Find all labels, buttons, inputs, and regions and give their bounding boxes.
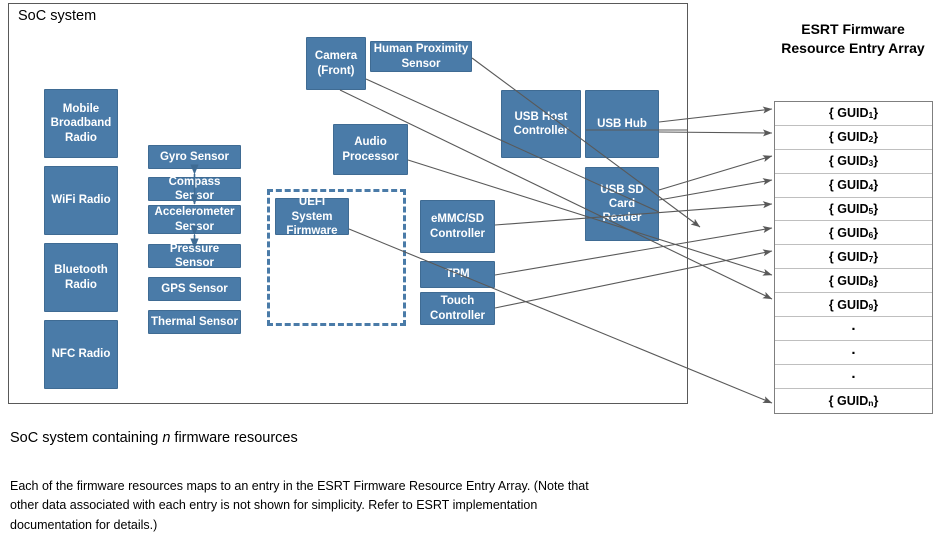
caption-heading-before: SoC system containing xyxy=(10,430,163,446)
esrt-array-title-line2: Resource Entry Array xyxy=(781,39,925,56)
node-thermal-sensor[interactable]: Thermal Sensor xyxy=(148,310,241,334)
guid-table-row: { GUID 6 } xyxy=(775,221,932,246)
node-emmc-sd-controller[interactable]: eMMC/SD Controller xyxy=(420,200,495,253)
guid-table-row: { GUID 5 } xyxy=(775,198,932,222)
node-wifi-radio[interactable]: WiFi Radio xyxy=(44,166,118,235)
guid-table-row: { GUID 2 } xyxy=(775,126,932,150)
node-tpm[interactable]: TPM xyxy=(420,261,495,288)
node-pressure-sensor[interactable]: Pressure Sensor xyxy=(148,243,241,269)
node-human-proximity-sensor[interactable]: Human Proximity Sensor xyxy=(370,41,472,72)
node-audio-processor[interactable]: Audio Processor xyxy=(333,124,408,175)
node-usb-sd-card-reader[interactable]: USB SD Card Reader xyxy=(585,167,659,241)
guid-table-row: . xyxy=(775,341,932,365)
diagram-canvas: SoC system Mobile Broadband Radio WiFi R… xyxy=(0,0,945,543)
caption-heading: SoC system containing n firmware resourc… xyxy=(10,430,298,446)
caption-heading-after: firmware resources xyxy=(170,430,298,446)
guid-table-row: { GUID 1 } xyxy=(775,102,932,126)
caption-body: Each of the firmware resources maps to a… xyxy=(10,479,589,532)
node-gps-sensor[interactable]: GPS Sensor xyxy=(148,277,241,301)
node-accelerometer-sensor[interactable]: Accelerometer Sensor xyxy=(148,205,241,234)
node-usb-host-controller[interactable]: USB Host Controller xyxy=(501,90,581,158)
guid-table-row: { GUID 3 } xyxy=(775,150,932,174)
node-mobile-broadband-radio[interactable]: Mobile Broadband Radio xyxy=(44,89,118,158)
node-gyro-sensor[interactable]: Gyro Sensor xyxy=(148,145,241,169)
guid-table-row: . xyxy=(775,317,932,341)
guid-table-row: { GUID n } xyxy=(828,393,879,408)
guid-table-row: { GUID 7 } xyxy=(775,245,932,270)
guid-table-row: { GUID 8 } xyxy=(775,269,932,294)
node-camera-front[interactable]: Camera (Front) xyxy=(306,37,366,90)
esrt-firmware-resource-entry-array: { GUID 1 }{ GUID 2 }{ GUID 3 }{ GUID 4 }{ GU… xyxy=(774,101,933,414)
soc-system-title: SoC system xyxy=(18,8,97,24)
esrt-array-title-line1: ESRT Firmware xyxy=(801,21,905,37)
node-compass-sensor[interactable]: Compass Sensor xyxy=(148,176,241,202)
esrt-array-title: ESRT Firmware Resource Entry Array xyxy=(762,20,944,58)
node-bluetooth-radio[interactable]: Bluetooth Radio xyxy=(44,243,118,312)
guid-table-row: . xyxy=(775,365,932,389)
node-touch-controller[interactable]: Touch Controller xyxy=(420,292,495,325)
guid-table-row: { GUID 4 } xyxy=(775,174,932,198)
node-nfc-radio[interactable]: NFC Radio xyxy=(44,320,118,389)
guid-table-row: { GUID 9 } xyxy=(775,293,932,318)
node-uefi-system-firmware[interactable]: UEFI System Firmware xyxy=(275,196,349,237)
node-usb-hub[interactable]: USB Hub xyxy=(585,90,659,158)
